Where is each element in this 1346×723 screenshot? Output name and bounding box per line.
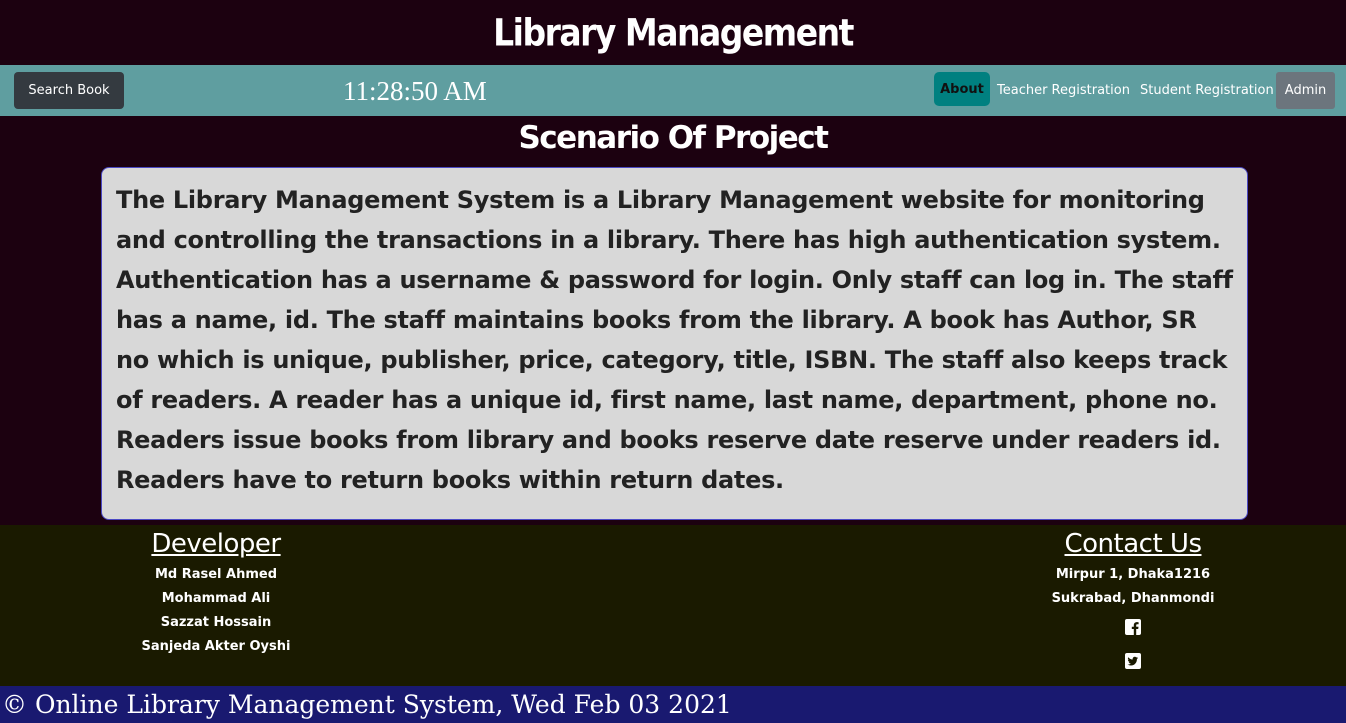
page-title: Scenario Of Project: [518, 120, 829, 156]
developer-name: Md Rasel Ahmed: [154, 567, 278, 582]
copyright-bar: © Online Library Management System, Wed …: [0, 686, 1346, 723]
developer-name: Mohammad Ali: [161, 591, 271, 606]
contact-address-line: Sukrabad, Dhanmondi: [1051, 591, 1215, 606]
developer-name: Sanjeda Akter Oyshi: [141, 639, 291, 654]
facebook-icon[interactable]: [1124, 618, 1142, 636]
developer-name: Sazzat Hossain: [160, 615, 272, 630]
twitter-icon[interactable]: [1124, 652, 1142, 670]
developer-heading: Developer: [151, 529, 281, 559]
site-header: Library Management: [0, 0, 1346, 65]
search-book-button[interactable]: Search Book: [14, 72, 124, 109]
scenario-description: The Library Management System is a Libra…: [101, 167, 1248, 520]
nav-admin-button[interactable]: Admin: [1276, 72, 1335, 109]
clock-display: 11:28:50 AM: [343, 76, 487, 106]
contact-section: Contact Us Mirpur 1, Dhaka1216 Sukrabad,…: [1003, 525, 1263, 679]
nav-teacher-registration-link[interactable]: Teacher Registration: [997, 72, 1130, 108]
developer-section: Developer Md Rasel Ahmed Mohammad Ali Sa…: [86, 525, 346, 659]
contact-heading: Contact Us: [1064, 529, 1203, 559]
nav-about-button[interactable]: About: [934, 72, 990, 106]
contact-address-line: Mirpur 1, Dhaka1216: [1055, 567, 1211, 582]
nav-student-registration-link[interactable]: Student Registration: [1140, 72, 1274, 108]
site-title: Library Management: [493, 10, 854, 55]
